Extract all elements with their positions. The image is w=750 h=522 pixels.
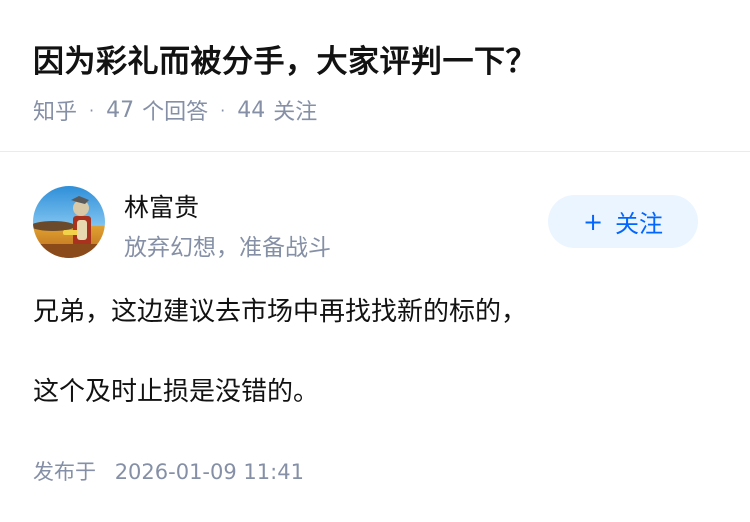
answer-content: 兄弟，这边建议去市场中再找找新的标的， 这个及时止损是没错的。 (33, 292, 723, 412)
published-label: 发布于 (33, 460, 96, 484)
question-meta: 知乎 · 47 个回答 · 44 关注 (33, 94, 317, 126)
published-time: 2026-01-09 11:41 (114, 460, 304, 484)
follow-button[interactable]: + 关注 (548, 195, 698, 248)
plus-icon: + (582, 207, 604, 236)
follow-button-label: 关注 (615, 210, 664, 238)
source-label[interactable]: 知乎 (33, 94, 77, 126)
avatar-illustration-icon (33, 186, 105, 258)
answer-count[interactable]: 47 (106, 98, 134, 123)
section-divider (0, 151, 750, 152)
follow-count: 44 (237, 97, 266, 123)
answer-paragraph: 这个及时止损是没错的。 (33, 377, 320, 407)
avatar[interactable] (33, 186, 105, 258)
author-bio: 放弃幻想，准备战斗 (124, 235, 331, 261)
author-name[interactable]: 林富贵 (124, 188, 199, 224)
meta-separator: · (89, 100, 95, 120)
question-header: 因为彩礼而被分手，大家评判一下？ 知乎 · 47 个回答 · 44 关注 (0, 0, 750, 150)
meta-separator: · (220, 100, 226, 120)
question-title[interactable]: 因为彩礼而被分手，大家评判一下？ (33, 36, 537, 81)
follow-count-unit: 关注 (273, 100, 318, 125)
answer-paragraph: 兄弟，这边建议去市场中再找找新的标的， (33, 297, 528, 327)
answer-count-unit[interactable]: 个回答 (142, 94, 208, 126)
answer-publish-info: 发布于 2026-01-09 11:41 (33, 456, 304, 486)
